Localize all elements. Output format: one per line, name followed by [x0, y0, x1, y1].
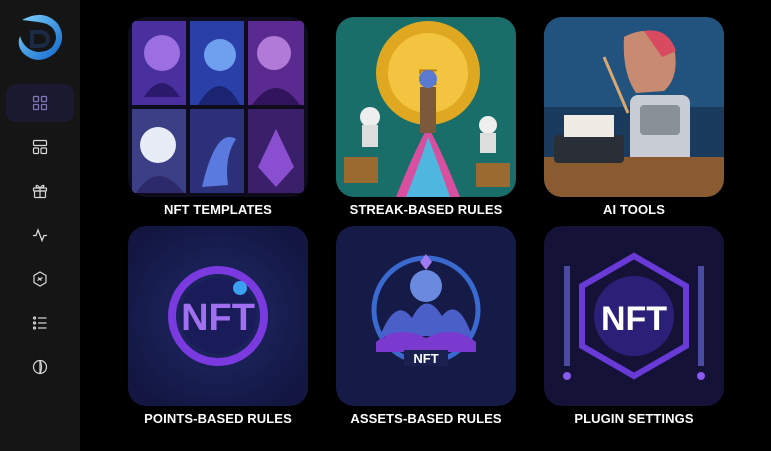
card-plugin-settings[interactable]: NFT [544, 226, 724, 406]
activity-icon [33, 228, 47, 243]
gift-icon [32, 184, 48, 199]
grid-icon [32, 95, 48, 111]
sidebar-item-blockchain[interactable] [6, 260, 74, 298]
nft-templates-artwork [128, 17, 308, 197]
d-swirl-logo-icon[interactable] [14, 10, 66, 62]
list-icon [32, 316, 47, 330]
sidebar-item-dashboard[interactable] [6, 84, 74, 122]
svg-text:NFT: NFT [413, 351, 438, 366]
streak-coin-artwork: π [336, 17, 516, 197]
nft-plugin-artwork: NFT [544, 226, 724, 406]
nft-logo-artwork: NFT [128, 226, 308, 406]
card-label-streak-based-rules: STREAK-BASED RULES [349, 202, 503, 217]
svg-text:NFT: NFT [181, 297, 255, 339]
card-label-nft-templates: NFT TEMPLATES [164, 202, 272, 217]
sidebar [0, 0, 80, 451]
main-content: NFT TEMPLATES π STREAK-BASED RULES [80, 0, 771, 451]
card-nft-templates[interactable] [128, 17, 308, 197]
sidebar-item-theme[interactable] [6, 348, 74, 386]
nft-emblem-artwork: NFT [336, 226, 516, 406]
ai-robot-artwork [544, 17, 724, 197]
card-label-ai-tools: AI TOOLS [603, 202, 665, 217]
card-label-plugin-settings: PLUGIN SETTINGS [574, 411, 694, 426]
sidebar-item-activity[interactable] [6, 216, 74, 254]
sidebar-item-list[interactable] [6, 304, 74, 342]
sidebar-item-layout[interactable] [6, 128, 74, 166]
contrast-icon [32, 359, 48, 375]
card-assets-based-rules[interactable]: NFT [336, 226, 516, 406]
card-points-based-rules[interactable]: NFT [128, 226, 308, 406]
svg-text:NFT: NFT [601, 300, 667, 338]
card-label-assets-based-rules: ASSETS-BASED RULES [350, 411, 502, 426]
card-label-points-based-rules: POINTS-BASED RULES [144, 411, 292, 426]
card-ai-tools[interactable] [544, 17, 724, 197]
hexagon-icon [33, 271, 47, 287]
sidebar-item-gifts[interactable] [6, 172, 74, 210]
layout-icon [32, 139, 48, 155]
card-streak-based-rules[interactable]: π [336, 17, 516, 197]
